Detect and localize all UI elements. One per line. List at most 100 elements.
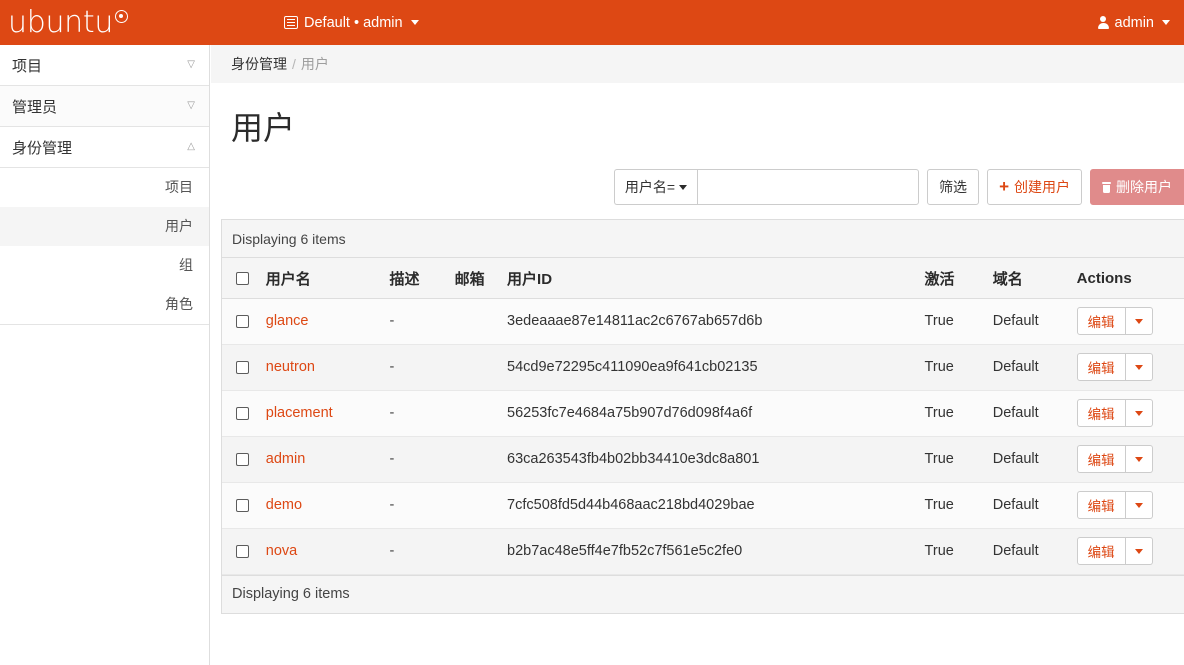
top-navbar: ubuntu Default • admin admin [0,0,1184,45]
edit-button[interactable]: 编辑 [1076,445,1126,474]
breadcrumb-parent[interactable]: 身份管理 [231,54,287,74]
breadcrumb: 身份管理 / 用户 [211,45,1184,83]
sidebar-item-identity[interactable]: 身份管理 △ [0,127,209,167]
user-menu[interactable]: admin [1097,0,1170,45]
cell-username: nova [259,528,384,575]
select-all-header [222,258,260,299]
chevron-down-icon [1162,20,1170,25]
context-switcher[interactable]: Default • admin [278,0,425,45]
user-link[interactable]: admin [266,451,306,467]
checkbox-icon[interactable] [236,545,249,559]
sidebar-item-identity-projects[interactable]: 项目 [0,168,209,207]
sidebar-item-label: 管理员 [12,98,58,116]
caret-down-icon [1134,410,1143,416]
row-action-group: 编辑 [1076,445,1153,474]
chevron-up-icon: △ [187,141,195,152]
caret-down-icon [1134,456,1143,462]
row-actions-dropdown-button[interactable] [1125,399,1153,428]
sidebar-item-identity-groups[interactable]: 组 [0,246,209,285]
row-action-group: 编辑 [1076,399,1153,428]
checkbox-icon[interactable] [236,315,249,329]
cell-username: demo [259,482,384,529]
edit-button[interactable]: 编辑 [1076,537,1126,566]
delete-user-label: 删除用户 [1116,179,1172,196]
cell-enabled: True [918,390,987,437]
filter-field-label: 用户名= [624,179,676,196]
column-header-username[interactable]: 用户名 [259,258,384,299]
edit-button[interactable]: 编辑 [1076,307,1126,336]
row-actions-dropdown-button[interactable] [1125,307,1153,336]
user-link[interactable]: demo [266,497,302,513]
cell-userid: 54cd9e72295c411090ea9f641cb02135 [501,344,919,391]
caret-down-icon [1134,548,1143,554]
row-actions-dropdown-button[interactable] [1125,537,1153,566]
checkbox-icon[interactable] [236,272,249,286]
search-input[interactable] [697,169,920,206]
column-header-domain[interactable]: 域名 [986,258,1071,299]
cell-email [448,298,502,345]
row-actions-dropdown-button[interactable] [1125,353,1153,382]
column-header-userid[interactable]: 用户ID [501,258,919,299]
table-row: glance - 3edeaaae87e14811ac2c6767ab657d6b T… [222,298,1184,345]
cell-userid: 7cfc508fd5d44b468aac218bd4029bae [501,482,919,529]
row-action-group: 编辑 [1076,307,1153,336]
create-user-label: 创建用户 [1014,179,1070,196]
cell-domain: Default [986,344,1071,391]
sidebar-item-identity-users[interactable]: 用户 [0,207,209,246]
checkbox-icon[interactable] [236,499,249,513]
user-link[interactable]: glance [266,313,309,329]
user-link[interactable]: nova [266,543,297,559]
user-link[interactable]: neutron [266,359,315,375]
checkbox-icon[interactable] [236,407,249,421]
filter-field-select[interactable]: 用户名= [613,169,698,206]
cell-userid: 3edeaaae87e14811ac2c6767ab657d6b [501,298,919,345]
ubuntu-circle-of-friends-icon [115,10,129,23]
brand-label: ubuntu [8,4,114,40]
edit-button[interactable]: 编辑 [1076,491,1126,520]
row-select-cell [222,390,260,437]
sidebar-group-admin: 管理员 ▽ [0,86,209,127]
cell-username: admin [259,436,384,483]
cell-domain: Default [986,528,1071,575]
row-actions-dropdown-button[interactable] [1125,491,1153,520]
cell-domain: Default [986,436,1071,483]
filter-button[interactable]: 筛选 [927,169,980,206]
cell-enabled: True [918,344,987,391]
cell-enabled: True [918,436,987,483]
cell-actions: 编辑 [1070,528,1184,575]
breadcrumb-separator: / [292,56,296,72]
checkbox-icon[interactable] [236,453,249,467]
column-header-email[interactable]: 邮箱 [448,258,502,299]
row-action-group: 编辑 [1076,491,1153,520]
sidebar-item-projects[interactable]: 项目 ▽ [0,45,209,85]
plus-icon: + [999,177,1009,197]
sidebar-subitem-label: 组 [179,257,193,273]
table-count-header: Displaying 6 items [222,220,1184,259]
row-actions-dropdown-button[interactable] [1125,445,1153,474]
cell-description: - [383,528,449,575]
user-icon [1097,16,1109,29]
cell-description: - [383,390,449,437]
column-header-actions: Actions [1070,258,1184,299]
column-header-description[interactable]: 描述 [383,258,449,299]
edit-button[interactable]: 编辑 [1076,353,1126,382]
delete-user-button[interactable]: 删除用户 [1090,169,1184,206]
sidebar-subitem-label: 项目 [165,179,193,195]
row-select-cell [222,436,260,483]
user-link[interactable]: placement [266,405,333,421]
create-user-button[interactable]: + 创建用户 [987,169,1082,206]
edit-button[interactable]: 编辑 [1076,399,1126,428]
sidebar-group-identity: 身份管理 △ [0,127,209,168]
ubuntu-brand-logo[interactable]: ubuntu [0,0,210,45]
column-header-enabled[interactable]: 激活 [918,258,987,299]
breadcrumb-current: 用户 [300,56,329,72]
sidebar-item-identity-roles[interactable]: 角色 [0,285,209,324]
main-content: 身份管理 / 用户 用户 用户名= 筛选 + 创建用户 删除用户 Display… [211,45,1184,665]
sidebar-item-admin[interactable]: 管理员 ▽ [0,86,209,126]
table-count-footer: Displaying 6 items [222,574,1184,613]
cell-actions: 编辑 [1070,298,1184,345]
chevron-down-icon [410,20,419,25]
user-menu-label: admin [1114,14,1155,31]
checkbox-icon[interactable] [236,361,249,375]
sidebar: 项目 ▽ 管理员 ▽ 身份管理 △ 项目 用户 组 角色 [0,45,210,665]
